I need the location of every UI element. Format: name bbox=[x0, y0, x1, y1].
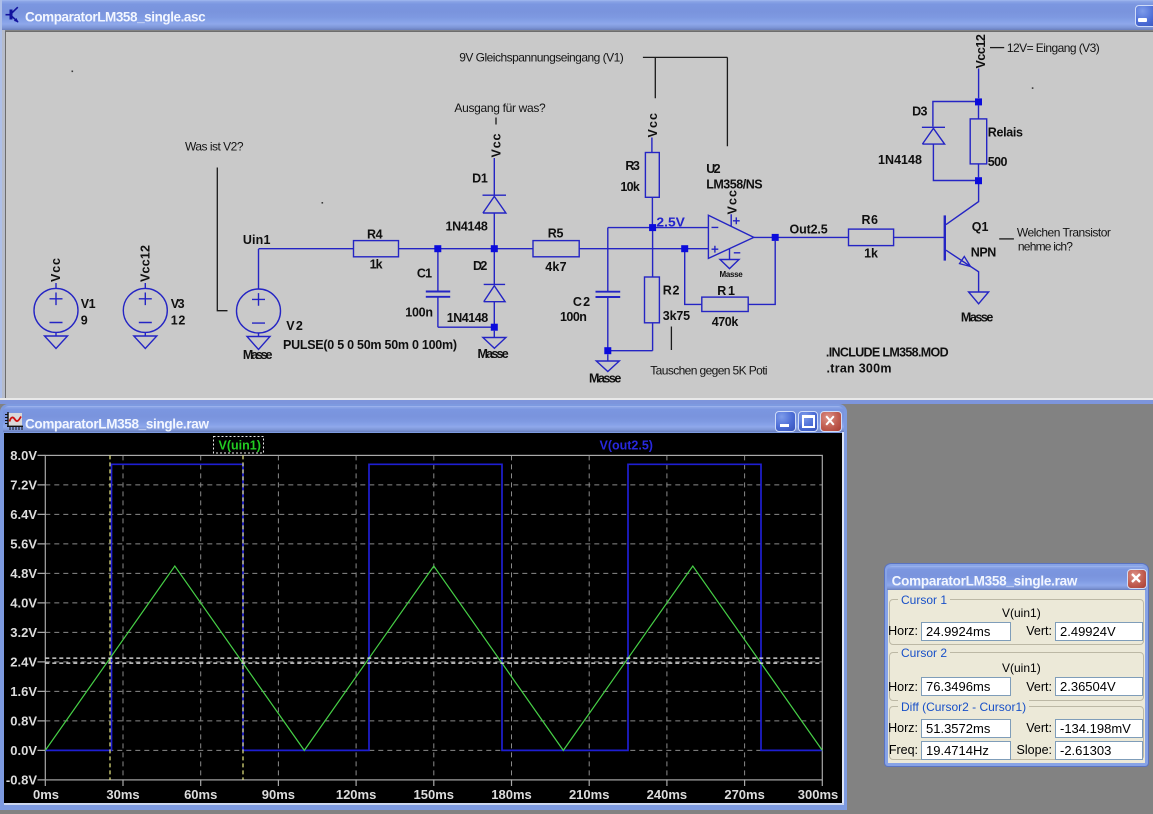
svg-text:1N4148: 1N4148 bbox=[878, 153, 922, 167]
svg-text:210ms: 210ms bbox=[569, 787, 609, 802]
svg-text:R3: R3 bbox=[625, 159, 639, 173]
svg-text:500: 500 bbox=[988, 155, 1008, 169]
svg-text:1N4148: 1N4148 bbox=[446, 220, 488, 234]
svg-text:ComparatorLM358_single.raw: ComparatorLM358_single.raw bbox=[25, 416, 209, 431]
svg-text:30ms: 30ms bbox=[106, 787, 139, 802]
svg-text:PULSE(0 5 0 50m 50m 0 100m): PULSE(0 5 0 50m 50m 0 100m) bbox=[283, 338, 457, 352]
svg-text:2.5V: 2.5V bbox=[656, 215, 685, 229]
svg-text:Ausgang für was?: Ausgang für was? bbox=[454, 101, 546, 115]
svg-text:-0.8V: -0.8V bbox=[6, 773, 37, 788]
svg-text:5.6V: 5.6V bbox=[10, 537, 37, 552]
svg-text:D3: D3 bbox=[912, 105, 927, 119]
svg-text:0.0V: 0.0V bbox=[10, 743, 37, 758]
svg-text:Masse: Masse bbox=[720, 270, 744, 279]
svg-text:470k: 470k bbox=[712, 315, 739, 329]
svg-text:V1: V1 bbox=[81, 297, 96, 311]
svg-text:Vcc: Vcc bbox=[726, 190, 740, 215]
svg-text:120ms: 120ms bbox=[336, 787, 376, 802]
svg-text:10k: 10k bbox=[620, 180, 639, 194]
svg-text:180ms: 180ms bbox=[491, 787, 531, 802]
svg-text:12V= Eingang (V3): 12V= Eingang (V3) bbox=[1007, 41, 1100, 55]
svg-text:1N4148: 1N4148 bbox=[447, 311, 489, 325]
svg-text:Vcc: Vcc bbox=[646, 113, 660, 138]
svg-text:V3: V3 bbox=[171, 297, 185, 311]
svg-text:R4: R4 bbox=[367, 228, 383, 242]
svg-text:NPN: NPN bbox=[971, 246, 997, 260]
svg-text:7.2V: 7.2V bbox=[10, 478, 37, 493]
svg-text:9V Gleichspannungseingang (V1): 9V Gleichspannungseingang (V1) bbox=[459, 50, 624, 64]
svg-text:ComparatorLM358_single.raw: ComparatorLM358_single.raw bbox=[892, 574, 1078, 589]
svg-text:9: 9 bbox=[81, 313, 88, 327]
svg-text:ComparatorLM358_single.asc: ComparatorLM358_single.asc bbox=[25, 10, 206, 25]
svg-text:4.0V: 4.0V bbox=[10, 596, 37, 611]
svg-text:4k7: 4k7 bbox=[545, 260, 566, 274]
svg-text:Vcc: Vcc bbox=[49, 258, 63, 282]
svg-text:Masse: Masse bbox=[478, 347, 509, 361]
svg-text:D1: D1 bbox=[472, 172, 488, 186]
svg-text:0.8V: 0.8V bbox=[10, 714, 37, 729]
svg-text:Vcc12: Vcc12 bbox=[974, 34, 988, 68]
svg-text:1k: 1k bbox=[864, 247, 878, 261]
svg-text:8.0V: 8.0V bbox=[10, 448, 37, 463]
svg-text:U2: U2 bbox=[706, 162, 720, 176]
svg-text:12: 12 bbox=[171, 313, 186, 327]
svg-text:Welchen Transistor: Welchen Transistor bbox=[1017, 226, 1111, 240]
svg-text:1.6V: 1.6V bbox=[10, 684, 37, 699]
svg-text:V2: V2 bbox=[286, 319, 303, 333]
svg-text:60ms: 60ms bbox=[184, 787, 217, 802]
svg-text:150ms: 150ms bbox=[414, 787, 454, 802]
svg-text:Q1: Q1 bbox=[972, 220, 989, 234]
svg-text:90ms: 90ms bbox=[262, 787, 295, 802]
svg-text:Masse: Masse bbox=[589, 371, 621, 385]
svg-text:R2: R2 bbox=[663, 283, 680, 297]
svg-text:Tauschen gegen 5K Poti: Tauschen gegen 5K Poti bbox=[650, 364, 767, 378]
svg-text:0ms: 0ms bbox=[33, 787, 59, 802]
svg-text:3k75: 3k75 bbox=[663, 309, 690, 323]
svg-text:.tran 300m: .tran 300m bbox=[827, 362, 892, 376]
svg-text:Masse: Masse bbox=[961, 311, 993, 325]
svg-text:R6: R6 bbox=[862, 213, 878, 227]
svg-text:4.8V: 4.8V bbox=[10, 566, 37, 581]
svg-text:2.4V: 2.4V bbox=[10, 655, 37, 670]
svg-text:270ms: 270ms bbox=[724, 787, 764, 802]
svg-text:Out2.5: Out2.5 bbox=[790, 222, 828, 236]
svg-text:R5: R5 bbox=[548, 227, 564, 241]
svg-text:V(out2.5): V(out2.5) bbox=[600, 439, 653, 453]
svg-text:100n: 100n bbox=[405, 306, 433, 320]
svg-text:Vcc: Vcc bbox=[490, 133, 504, 157]
svg-text:nehme ich?: nehme ich? bbox=[1018, 240, 1073, 254]
svg-text:300ms: 300ms bbox=[798, 787, 838, 802]
svg-text:D2: D2 bbox=[473, 259, 487, 273]
svg-text:240ms: 240ms bbox=[647, 787, 687, 802]
svg-text:100n: 100n bbox=[560, 310, 587, 324]
svg-text:3.2V: 3.2V bbox=[10, 625, 37, 640]
svg-text:Relais: Relais bbox=[988, 125, 1023, 139]
svg-text:C2: C2 bbox=[573, 295, 590, 309]
svg-text:R1: R1 bbox=[717, 284, 735, 298]
svg-text:.INCLUDE LM358.MOD: .INCLUDE LM358.MOD bbox=[826, 346, 949, 360]
svg-text:C1: C1 bbox=[417, 266, 432, 280]
svg-text:V(uin1): V(uin1) bbox=[219, 439, 261, 453]
svg-text:Uin1: Uin1 bbox=[243, 233, 271, 247]
svg-text:6.4V: 6.4V bbox=[10, 507, 37, 522]
svg-text:Vcc12: Vcc12 bbox=[139, 245, 153, 282]
svg-text:Was ist V2?: Was ist V2? bbox=[185, 140, 244, 154]
svg-text:Masse: Masse bbox=[243, 348, 273, 362]
svg-text:LM358/NS: LM358/NS bbox=[706, 178, 762, 192]
svg-text:1k: 1k bbox=[370, 258, 383, 272]
